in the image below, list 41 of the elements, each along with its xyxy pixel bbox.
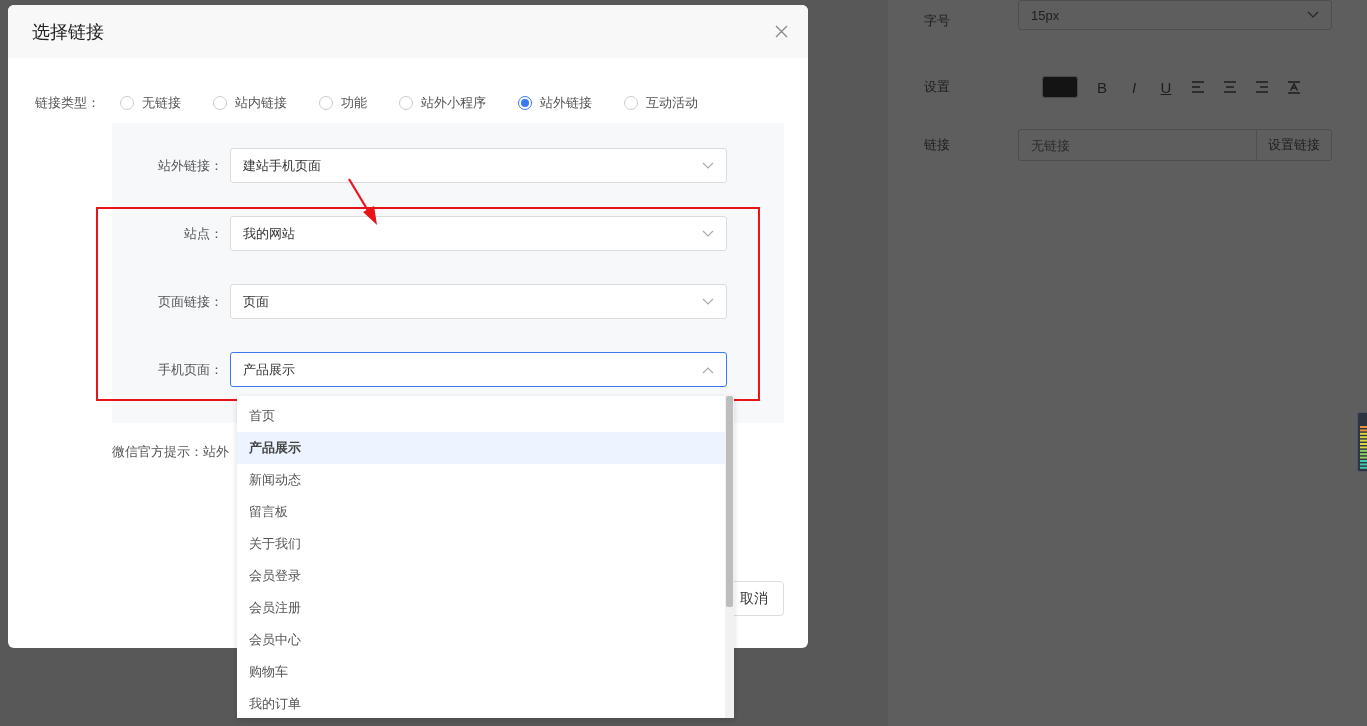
chevron-icon <box>702 161 714 170</box>
align-right-icon[interactable] <box>1255 81 1269 93</box>
color-swatch[interactable] <box>1042 76 1078 98</box>
field-label: 设置 <box>924 78 951 96</box>
dropdown-option[interactable]: 首页 <box>237 400 725 432</box>
scrollbar[interactable] <box>725 396 734 718</box>
dropdown-option[interactable]: 购物车 <box>237 656 725 688</box>
dropdown-option[interactable]: 产品展示 <box>237 432 725 464</box>
field-label: 链接类型： <box>35 94 101 112</box>
select-field[interactable]: 建站手机页面 <box>230 148 727 183</box>
text-style-icon[interactable] <box>1287 80 1301 94</box>
radio-option[interactable]: 站内链接 <box>213 94 287 112</box>
chevron-icon <box>702 229 714 238</box>
align-left-icon[interactable] <box>1191 81 1205 93</box>
dropdown-option[interactable]: 新闻动态 <box>237 464 725 496</box>
select-field[interactable]: 我的网站 <box>230 216 727 251</box>
field-label: 链接 <box>924 136 951 154</box>
dropdown-option[interactable]: 会员中心 <box>237 624 725 656</box>
field-label: 站外链接： <box>157 156 224 175</box>
select-field[interactable]: 产品展示 <box>230 352 727 387</box>
chevron-icon <box>1307 11 1319 19</box>
align-center-icon[interactable] <box>1223 81 1237 93</box>
field-label: 站点： <box>183 224 224 243</box>
hint-text: 微信官方提示：站外 <box>112 443 229 461</box>
dropdown-option[interactable]: 留言板 <box>237 496 725 528</box>
chevron-icon <box>702 297 714 306</box>
field-label: 字号 <box>924 12 951 30</box>
radio-option[interactable]: 功能 <box>319 94 367 112</box>
field-label: 页面链接： <box>157 292 224 311</box>
radio-option[interactable]: 站外链接 <box>518 94 592 112</box>
radio-option[interactable]: 站外小程序 <box>399 94 486 112</box>
field-label: 手机页面： <box>157 360 224 379</box>
dropdown-option[interactable]: 我的订单 <box>237 688 725 718</box>
radio-option[interactable]: 无链接 <box>120 94 181 112</box>
select-field[interactable]: 页面 <box>230 284 727 319</box>
annotation-arrow <box>346 176 380 228</box>
chevron-icon <box>702 365 714 374</box>
close-icon[interactable] <box>775 25 788 38</box>
radio-option[interactable]: 互动活动 <box>624 94 698 112</box>
dropdown-option[interactable]: 关于我们 <box>237 528 725 560</box>
dialog-title: 选择链接 <box>32 20 104 44</box>
